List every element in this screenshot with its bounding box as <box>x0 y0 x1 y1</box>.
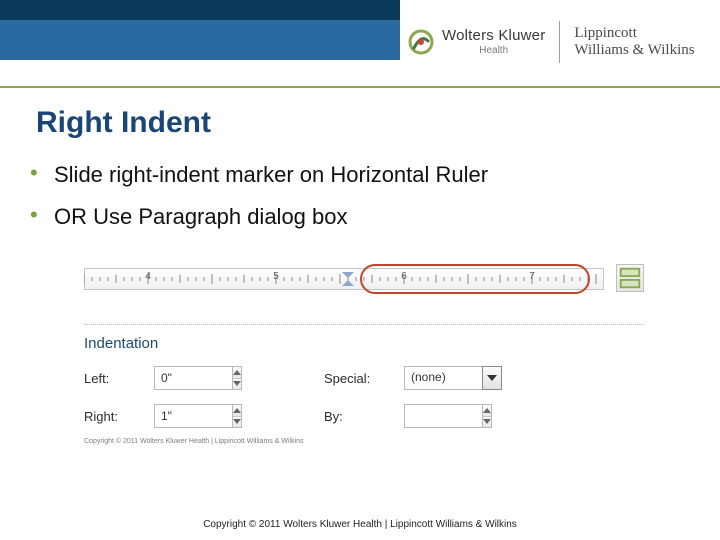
left-indent-input[interactable] <box>154 366 232 390</box>
by-indent-input[interactable] <box>404 404 482 428</box>
wolters-kluwer-logo-icon <box>408 29 434 55</box>
view-ruler-button[interactable] <box>616 264 644 292</box>
spinner-up-icon[interactable] <box>233 405 241 417</box>
indentation-panel: Indentation Left: Special: (none) Right: <box>84 324 644 445</box>
brand-main-text: Wolters Kluwer <box>442 28 545 44</box>
bullet-list: Slide right-indent marker on Horizontal … <box>30 154 698 238</box>
brand-right-line1: Lippincott <box>574 25 694 42</box>
brand-right: Lippincott Williams & Wilkins <box>574 25 694 60</box>
footer-copyright: Copyright © 2011 Wolters Kluwer Health |… <box>0 519 720 530</box>
by-indent-label: By: <box>324 409 404 424</box>
right-indent-spinner[interactable] <box>154 404 242 428</box>
spinner-down-icon[interactable] <box>233 379 241 390</box>
header-underline <box>0 86 720 88</box>
figure: 4 5 6 7 Indentation Left: <box>84 262 644 445</box>
by-indent-spinner[interactable] <box>404 404 492 428</box>
brand-divider <box>559 21 560 63</box>
bullet-item: Slide right-indent marker on Horizontal … <box>30 154 698 196</box>
spinner-up-icon[interactable] <box>483 405 491 417</box>
special-indent-select[interactable]: (none) <box>404 366 502 390</box>
brand-left: Wolters Kluwer Health <box>408 28 559 56</box>
spinner-up-icon[interactable] <box>233 367 241 379</box>
right-indent-label: Right: <box>84 409 154 424</box>
header-band: Wolters Kluwer Health Lippincott William… <box>0 0 720 88</box>
ruler-number: 5 <box>273 271 279 282</box>
brand-panel: Wolters Kluwer Health Lippincott William… <box>400 0 720 84</box>
right-indent-input[interactable] <box>154 404 232 428</box>
panel-section-title: Indentation <box>84 335 644 352</box>
right-indent-marker-icon[interactable] <box>342 272 354 286</box>
spinner-down-icon[interactable] <box>483 417 491 428</box>
bullet-item: OR Use Paragraph dialog box <box>30 196 698 238</box>
brand-sub-text: Health <box>479 46 508 57</box>
left-indent-spinner[interactable] <box>154 366 242 390</box>
ruler-number: 6 <box>401 271 407 282</box>
chevron-down-icon[interactable] <box>482 366 502 390</box>
brand-right-line2: Williams & Wilkins <box>574 42 694 59</box>
spinner-down-icon[interactable] <box>233 417 241 428</box>
left-indent-label: Left: <box>84 371 154 386</box>
horizontal-ruler[interactable]: 4 5 6 7 <box>84 262 644 296</box>
slide-title: Right Indent <box>36 106 698 140</box>
special-indent-value: (none) <box>404 366 482 390</box>
ruler-number: 4 <box>145 271 151 282</box>
ruler-number: 7 <box>529 271 535 282</box>
special-indent-label: Special: <box>324 371 404 386</box>
figure-tiny-copyright: Copyright © 2011 Wolters Kluwer Health |… <box>84 438 644 445</box>
